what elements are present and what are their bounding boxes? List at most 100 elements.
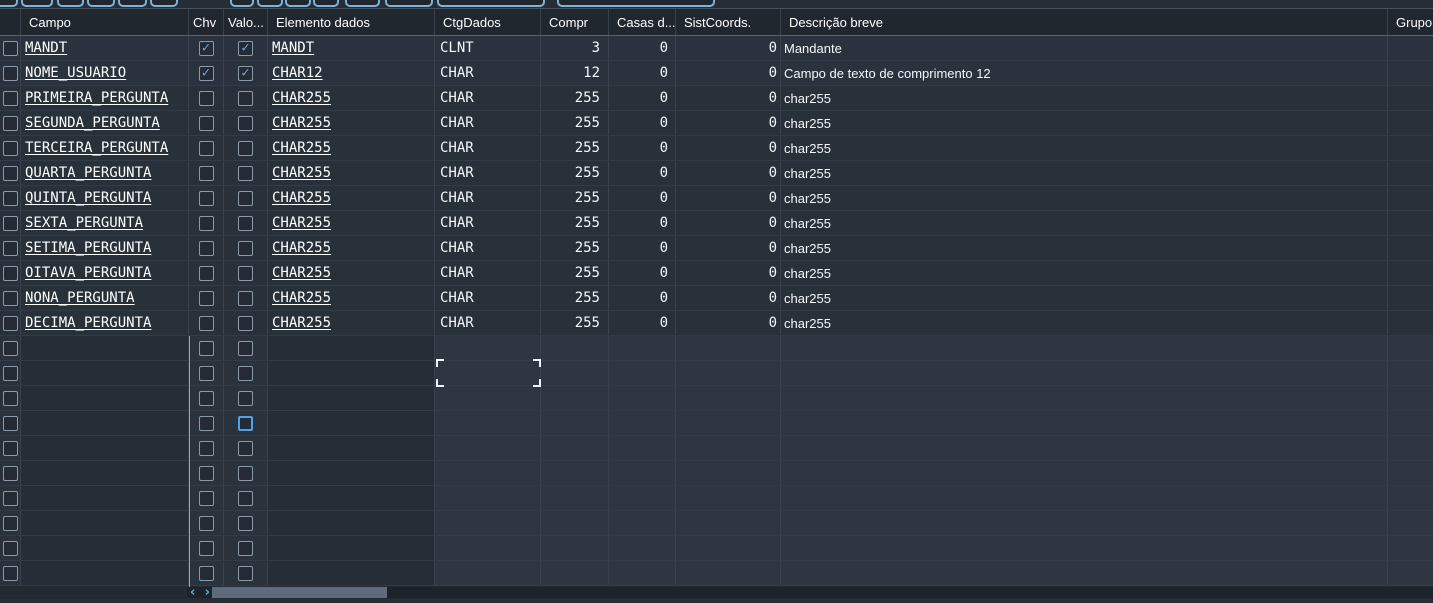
- row-select-checkbox[interactable]: ✓: [3, 466, 18, 481]
- key-checkbox[interactable]: ✓: [199, 66, 214, 81]
- toolbar-button-cutoff[interactable]: [257, 0, 283, 7]
- initial-value-checkbox[interactable]: ✓: [238, 91, 253, 106]
- initial-value-checkbox[interactable]: ✓: [238, 491, 253, 506]
- data-element-cell[interactable]: [268, 461, 435, 485]
- initial-value-checkbox[interactable]: ✓: [238, 141, 253, 156]
- data-element-cell[interactable]: [268, 361, 435, 385]
- initial-value-checkbox[interactable]: ✓: [238, 216, 253, 231]
- field-name-link[interactable]: SEXTA_PERGUNTA: [25, 215, 143, 231]
- row-select-checkbox[interactable]: ✓: [3, 41, 18, 56]
- row-select-checkbox[interactable]: ✓: [3, 141, 18, 156]
- initial-value-checkbox[interactable]: ✓: [238, 41, 253, 56]
- field-name-link[interactable]: QUARTA_PERGUNTA: [25, 165, 151, 181]
- toolbar-button-cutoff[interactable]: [21, 0, 53, 7]
- initial-value-checkbox[interactable]: ✓: [238, 341, 253, 356]
- data-type-cell[interactable]: [435, 511, 541, 535]
- toolbar-button-cutoff[interactable]: [118, 0, 147, 7]
- key-checkbox[interactable]: ✓: [199, 491, 214, 506]
- data-element-link[interactable]: CHAR255: [272, 90, 331, 106]
- data-element-link[interactable]: CHAR255: [272, 265, 331, 281]
- field-name-link[interactable]: TERCEIRA_PERGUNTA: [25, 140, 168, 156]
- horizontal-scrollbar[interactable]: ‹ ›: [0, 586, 1433, 599]
- field-name-cell[interactable]: [21, 536, 189, 560]
- key-checkbox[interactable]: ✓: [199, 41, 214, 56]
- initial-value-checkbox[interactable]: ✓: [238, 191, 253, 206]
- data-element-cell[interactable]: [268, 411, 435, 435]
- column-header-chv[interactable]: Chv: [189, 9, 224, 35]
- field-name-link[interactable]: NONA_PERGUNTA: [25, 290, 135, 306]
- field-name-cell[interactable]: [21, 361, 189, 385]
- field-name-link[interactable]: SETIMA_PERGUNTA: [25, 240, 151, 256]
- scrollbar-arrows[interactable]: ‹ ›: [188, 587, 212, 598]
- key-checkbox[interactable]: ✓: [199, 266, 214, 281]
- row-select-checkbox[interactable]: ✓: [3, 341, 18, 356]
- key-checkbox[interactable]: ✓: [199, 441, 214, 456]
- toolbar-button-cutoff[interactable]: [313, 0, 339, 7]
- initial-value-checkbox[interactable]: ✓: [238, 366, 253, 381]
- initial-value-checkbox[interactable]: ✓: [238, 266, 253, 281]
- key-checkbox[interactable]: ✓: [199, 216, 214, 231]
- field-name-link[interactable]: PRIMEIRA_PERGUNTA: [25, 90, 168, 106]
- column-header-compr[interactable]: Compr: [541, 9, 609, 35]
- row-select-checkbox[interactable]: ✓: [3, 441, 18, 456]
- toolbar-button-cutoff[interactable]: [557, 0, 715, 7]
- key-checkbox[interactable]: ✓: [199, 116, 214, 131]
- key-checkbox[interactable]: ✓: [199, 141, 214, 156]
- column-header-valo[interactable]: Valo...: [224, 9, 268, 35]
- key-checkbox[interactable]: ✓: [199, 91, 214, 106]
- column-header-sel[interactable]: [0, 9, 21, 35]
- row-select-checkbox[interactable]: ✓: [3, 366, 18, 381]
- initial-value-checkbox[interactable]: ✓: [238, 391, 253, 406]
- row-select-checkbox[interactable]: ✓: [3, 266, 18, 281]
- initial-value-checkbox[interactable]: ✓: [238, 516, 253, 531]
- toolbar-button-cutoff[interactable]: [285, 0, 311, 7]
- initial-value-checkbox[interactable]: ✓: [238, 66, 253, 81]
- data-element-link[interactable]: CHAR255: [272, 290, 331, 306]
- data-element-cell[interactable]: [268, 561, 435, 585]
- column-header-campo[interactable]: Campo: [21, 9, 189, 35]
- data-element-cell[interactable]: [268, 486, 435, 510]
- row-select-checkbox[interactable]: ✓: [3, 91, 18, 106]
- column-header-casas[interactable]: Casas d...: [609, 9, 676, 35]
- row-select-checkbox[interactable]: ✓: [3, 116, 18, 131]
- field-name-cell[interactable]: [21, 386, 189, 410]
- data-element-cell[interactable]: [268, 436, 435, 460]
- scrollbar-thumb[interactable]: [212, 587, 387, 598]
- column-header-sist[interactable]: SistCoords.: [676, 9, 781, 35]
- initial-value-checkbox[interactable]: ✓: [238, 166, 253, 181]
- row-select-checkbox[interactable]: ✓: [3, 166, 18, 181]
- initial-value-checkbox[interactable]: ✓: [238, 291, 253, 306]
- toolbar-button-cutoff[interactable]: [150, 0, 178, 7]
- row-select-checkbox[interactable]: ✓: [3, 316, 18, 331]
- key-checkbox[interactable]: ✓: [199, 366, 214, 381]
- data-element-link[interactable]: MANDT: [272, 40, 314, 56]
- row-select-checkbox[interactable]: ✓: [3, 391, 18, 406]
- data-type-cell[interactable]: [435, 386, 541, 410]
- data-element-cell[interactable]: [268, 536, 435, 560]
- field-name-cell[interactable]: [21, 461, 189, 485]
- data-element-link[interactable]: CHAR255: [272, 315, 331, 331]
- key-checkbox[interactable]: ✓: [199, 241, 214, 256]
- row-select-checkbox[interactable]: ✓: [3, 416, 18, 431]
- data-type-cell[interactable]: [435, 361, 541, 385]
- row-select-checkbox[interactable]: ✓: [3, 191, 18, 206]
- row-select-checkbox[interactable]: ✓: [3, 516, 18, 531]
- toolbar-button-cutoff[interactable]: [385, 0, 433, 7]
- row-select-checkbox[interactable]: ✓: [3, 291, 18, 306]
- column-header-descricao[interactable]: Descrição breve: [781, 9, 1388, 35]
- row-select-checkbox[interactable]: ✓: [3, 66, 18, 81]
- initial-value-checkbox[interactable]: ✓: [238, 316, 253, 331]
- toolbar-button-cutoff[interactable]: [230, 0, 254, 7]
- key-checkbox[interactable]: ✓: [199, 416, 214, 431]
- initial-value-checkbox[interactable]: ✓: [238, 441, 253, 456]
- data-element-cell[interactable]: [268, 386, 435, 410]
- data-element-link[interactable]: CHAR255: [272, 140, 331, 156]
- field-name-link[interactable]: MANDT: [25, 40, 67, 56]
- field-name-cell[interactable]: [21, 561, 189, 585]
- data-type-cell[interactable]: [435, 436, 541, 460]
- data-element-link[interactable]: CHAR255: [272, 215, 331, 231]
- data-type-cell[interactable]: [435, 461, 541, 485]
- data-type-cell[interactable]: [435, 561, 541, 585]
- toolbar-button-cutoff[interactable]: [87, 0, 115, 7]
- key-checkbox[interactable]: ✓: [199, 341, 214, 356]
